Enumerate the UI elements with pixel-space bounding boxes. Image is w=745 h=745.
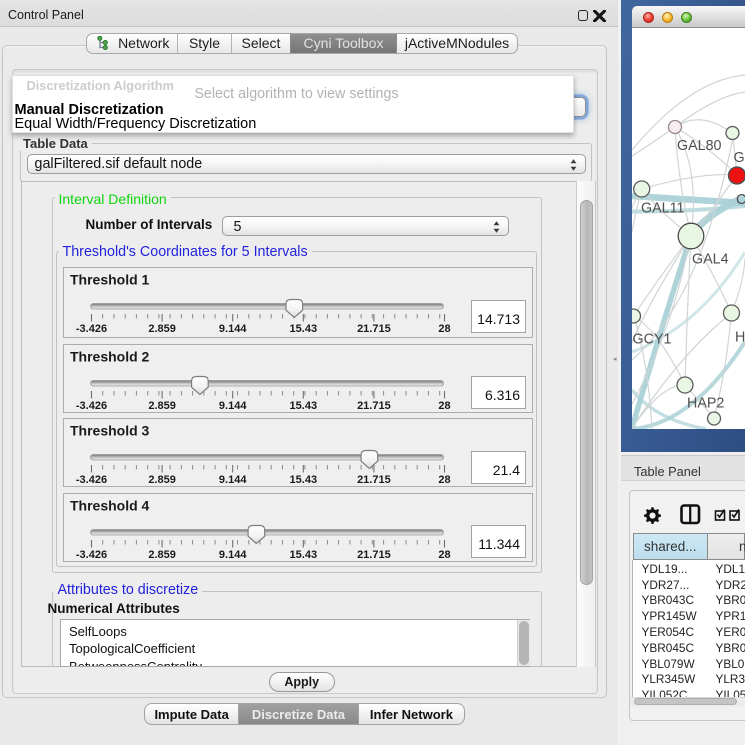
- svg-text:28: 28: [438, 549, 450, 561]
- svg-text:9.144: 9.144: [218, 549, 246, 561]
- svg-text:9.144: 9.144: [218, 400, 246, 412]
- svg-text:-3.426: -3.426: [75, 549, 106, 561]
- svg-text:21.715: 21.715: [357, 323, 391, 335]
- svg-text:21.715: 21.715: [357, 474, 391, 486]
- svg-text:GCY1: GCY1: [633, 332, 672, 348]
- svg-text:15.43: 15.43: [289, 400, 317, 412]
- svg-text:GAL11: GAL11: [641, 201, 684, 217]
- svg-text:9.144: 9.144: [218, 323, 246, 335]
- svg-text:28: 28: [438, 400, 450, 412]
- svg-text:15.43: 15.43: [289, 549, 317, 561]
- svg-text:H: H: [735, 330, 745, 346]
- svg-text:2.859: 2.859: [148, 474, 176, 486]
- svg-text:15.43: 15.43: [289, 474, 317, 486]
- svg-text:Threshold 3: Threshold 3: [70, 423, 150, 439]
- svg-text:HAP2: HAP2: [687, 396, 724, 412]
- svg-text:Threshold 2: Threshold 2: [70, 348, 150, 364]
- svg-text:GAL80: GAL80: [677, 138, 722, 154]
- svg-text:2.859: 2.859: [148, 323, 176, 335]
- svg-text:9.144: 9.144: [218, 474, 246, 486]
- svg-text:Threshold 1: Threshold 1: [70, 272, 150, 288]
- svg-text:15.43: 15.43: [289, 323, 317, 335]
- svg-text:G.: G.: [734, 150, 745, 166]
- svg-text:C: C: [736, 192, 745, 208]
- svg-text:2.859: 2.859: [148, 400, 176, 412]
- svg-text:-3.426: -3.426: [75, 474, 106, 486]
- svg-text:28: 28: [438, 323, 450, 335]
- svg-text:-3.426: -3.426: [75, 400, 106, 412]
- svg-text:28: 28: [438, 474, 450, 486]
- svg-text:21.715: 21.715: [357, 549, 391, 561]
- svg-text:21.715: 21.715: [357, 400, 391, 412]
- svg-text:-3.426: -3.426: [75, 323, 106, 335]
- svg-text:2.859: 2.859: [148, 549, 176, 561]
- svg-text:GAL4: GAL4: [692, 252, 729, 268]
- svg-text:Threshold 4: Threshold 4: [70, 497, 150, 513]
